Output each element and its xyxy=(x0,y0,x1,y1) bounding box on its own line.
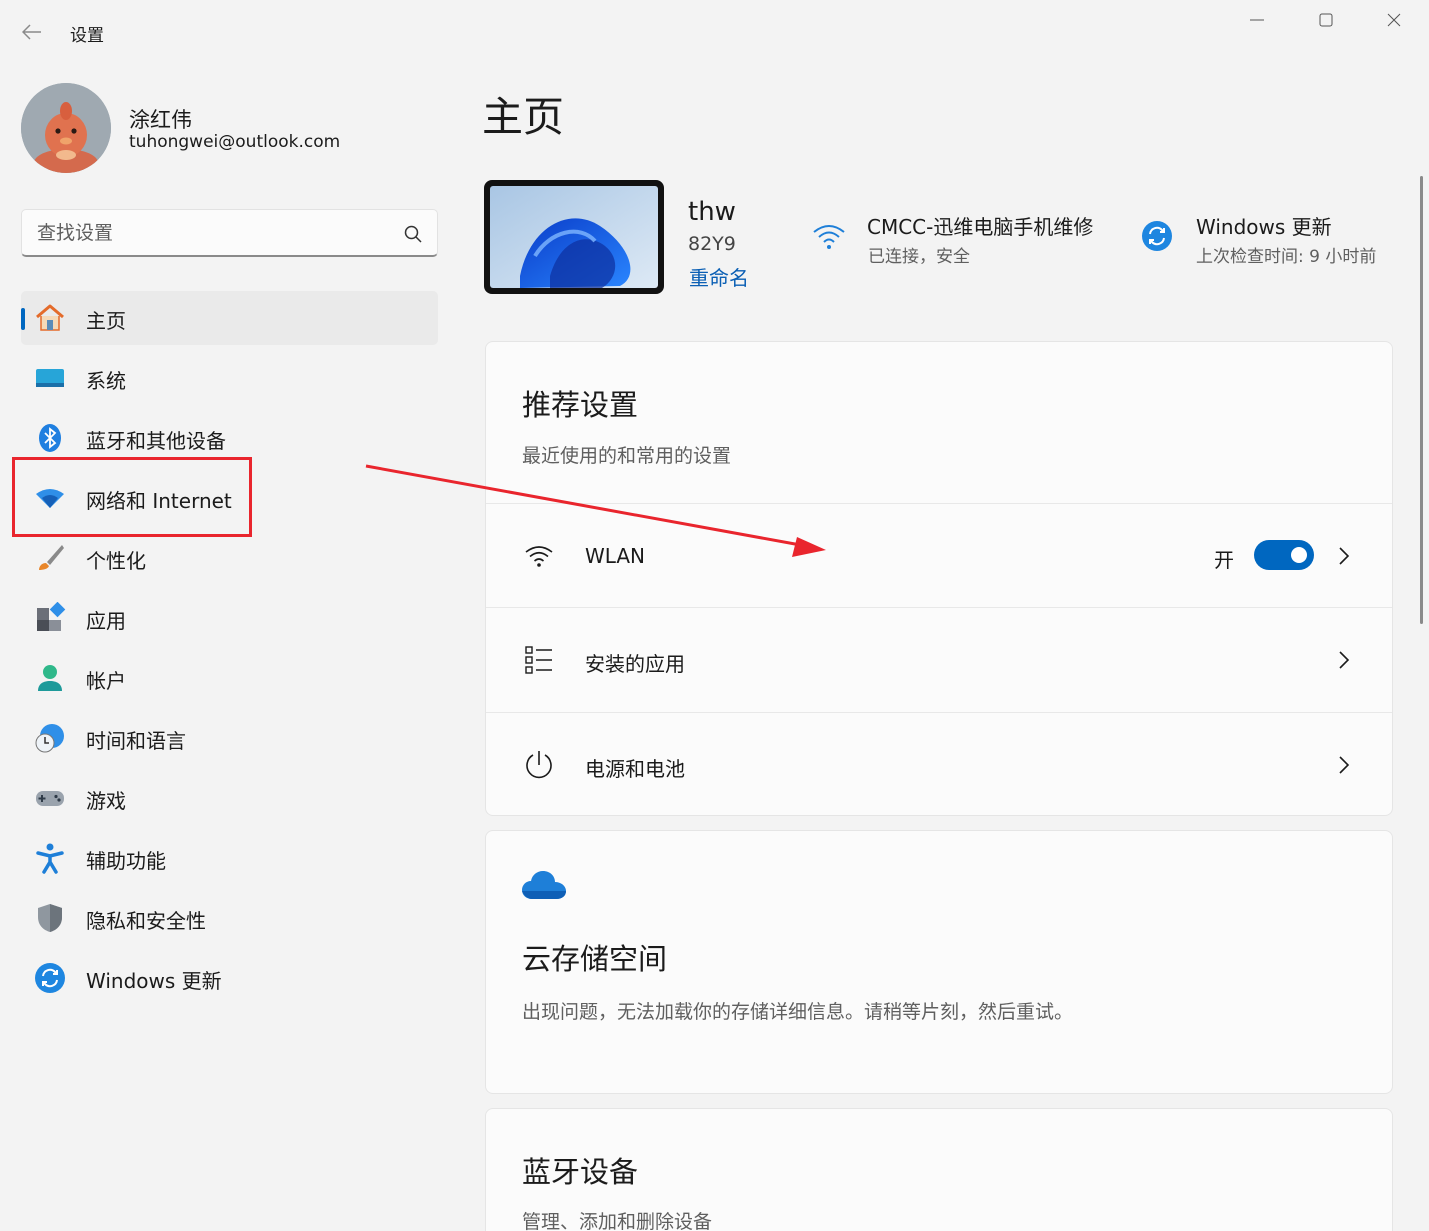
nav-item-time-language[interactable]: 时间和语言 xyxy=(21,711,438,765)
device-model: 82Y9 xyxy=(688,233,736,255)
system-icon xyxy=(34,362,66,394)
list-icon xyxy=(522,643,556,677)
bluetooth-devices-subtitle: 管理、添加和删除设备 xyxy=(522,1211,713,1231)
bluetooth-devices-title: 蓝牙设备 xyxy=(522,1155,639,1189)
app-title: 设置 xyxy=(70,26,104,46)
wlan-row[interactable]: WLAN 开 xyxy=(486,503,1392,607)
rename-link[interactable]: 重命名 xyxy=(689,262,749,291)
wlan-label: WLAN xyxy=(585,544,646,568)
nav-item-gaming[interactable]: 游戏 xyxy=(21,771,438,825)
cloud-icon xyxy=(522,871,566,899)
nav-item-accounts[interactable]: 帐户 xyxy=(21,651,438,705)
nav-label-privacy: 隐私和安全性 xyxy=(86,909,206,933)
nav-label-accounts: 帐户 xyxy=(86,669,126,693)
nav-item-accessibility[interactable]: 辅助功能 xyxy=(21,831,438,885)
wlan-toggle[interactable] xyxy=(1254,540,1314,570)
nav-label-bluetooth: 蓝牙和其他设备 xyxy=(86,429,226,453)
maximize-button[interactable] xyxy=(1303,4,1349,36)
user-name: 涂红伟 xyxy=(129,108,192,132)
update-status-icon xyxy=(1139,218,1175,254)
shield-icon xyxy=(34,902,66,934)
close-button[interactable] xyxy=(1371,4,1417,36)
wifi-status-icon xyxy=(811,219,847,255)
page-title: 主页 xyxy=(482,93,564,141)
back-arrow-icon xyxy=(22,24,41,40)
power-icon xyxy=(522,748,556,782)
minimize-icon xyxy=(1250,19,1264,21)
nav-label-home: 主页 xyxy=(86,309,126,333)
home-icon xyxy=(34,302,66,334)
search-input[interactable] xyxy=(37,220,397,246)
nav-item-personalization[interactable]: 个性化 xyxy=(21,531,438,585)
nav-label-gaming: 游戏 xyxy=(86,789,126,813)
update-title[interactable]: Windows 更新 xyxy=(1196,211,1332,240)
selection-indicator xyxy=(21,308,25,330)
recommended-title: 推荐设置 xyxy=(522,388,639,422)
maximize-icon xyxy=(1319,13,1333,27)
wlan-toggle-state: 开 xyxy=(1214,548,1234,572)
nav-label-windows-update: Windows 更新 xyxy=(86,969,222,993)
network-name[interactable]: CMCC-迅维电脑手机维修 xyxy=(867,211,1093,240)
power-battery-label: 电源和电池 xyxy=(585,757,685,781)
power-battery-row[interactable]: 电源和电池 xyxy=(486,712,1392,815)
minimize-button[interactable] xyxy=(1234,4,1280,36)
installed-apps-row[interactable]: 安装的应用 xyxy=(486,607,1392,711)
recommended-subtitle: 最近使用的和常用的设置 xyxy=(522,445,732,467)
nav-item-system[interactable]: 系统 xyxy=(21,351,438,405)
windows-update-icon xyxy=(34,962,66,994)
wallpaper-image xyxy=(490,186,658,288)
accessibility-icon xyxy=(34,842,66,874)
nav-label-accessibility: 辅助功能 xyxy=(86,849,166,873)
search-box[interactable] xyxy=(21,209,438,257)
close-icon xyxy=(1387,13,1401,27)
wifi-icon xyxy=(522,539,556,573)
gamepad-icon xyxy=(34,782,66,814)
cloud-storage-card: 云存储空间 出现问题，无法加载你的存储详细信息。请稍等片刻，然后重试。 xyxy=(485,830,1393,1094)
account-icon xyxy=(34,662,66,694)
duck-avatar-icon xyxy=(21,83,111,173)
nav-label-system: 系统 xyxy=(86,369,126,393)
nav-item-home[interactable]: 主页 xyxy=(21,291,438,345)
recommended-card: 推荐设置 最近使用的和常用的设置 WLAN 开 安装的应用 电源和电池 xyxy=(485,341,1393,816)
nav-label-personalization: 个性化 xyxy=(86,549,146,573)
time-language-icon xyxy=(34,722,66,754)
device-thumbnail[interactable] xyxy=(484,180,664,294)
scrollbar[interactable] xyxy=(1420,176,1423,624)
bluetooth-icon xyxy=(34,422,66,454)
nav-item-privacy[interactable]: 隐私和安全性 xyxy=(21,891,438,945)
nav-item-apps[interactable]: 应用 xyxy=(21,591,438,645)
brush-icon xyxy=(34,542,66,574)
chevron-right-icon[interactable] xyxy=(1334,753,1354,777)
device-name: thw xyxy=(688,197,736,227)
back-button[interactable] xyxy=(18,18,46,46)
search-icon[interactable] xyxy=(404,225,422,243)
apps-icon xyxy=(34,602,66,634)
bluetooth-devices-card: 蓝牙设备 管理、添加和删除设备 xyxy=(485,1108,1393,1231)
user-email: tuhongwei@outlook.com xyxy=(129,132,341,152)
installed-apps-label: 安装的应用 xyxy=(585,652,685,676)
toggle-knob xyxy=(1291,547,1307,563)
network-status: 已连接，安全 xyxy=(868,247,970,267)
nav-label-apps: 应用 xyxy=(86,609,126,633)
nav-label-time-language: 时间和语言 xyxy=(86,729,186,753)
annotation-highlight-box xyxy=(12,457,252,537)
nav-item-windows-update[interactable]: Windows 更新 xyxy=(21,951,438,1005)
cloud-storage-message: 出现问题，无法加载你的存储详细信息。请稍等片刻，然后重试。 xyxy=(522,1001,1074,1023)
title-bar: 设置 xyxy=(0,0,1429,64)
avatar[interactable] xyxy=(21,83,111,173)
chevron-right-icon[interactable] xyxy=(1334,544,1354,568)
chevron-right-icon[interactable] xyxy=(1334,648,1354,672)
cloud-storage-title: 云存储空间 xyxy=(522,942,668,976)
update-status: 上次检查时间: 9 小时前 xyxy=(1196,247,1377,267)
